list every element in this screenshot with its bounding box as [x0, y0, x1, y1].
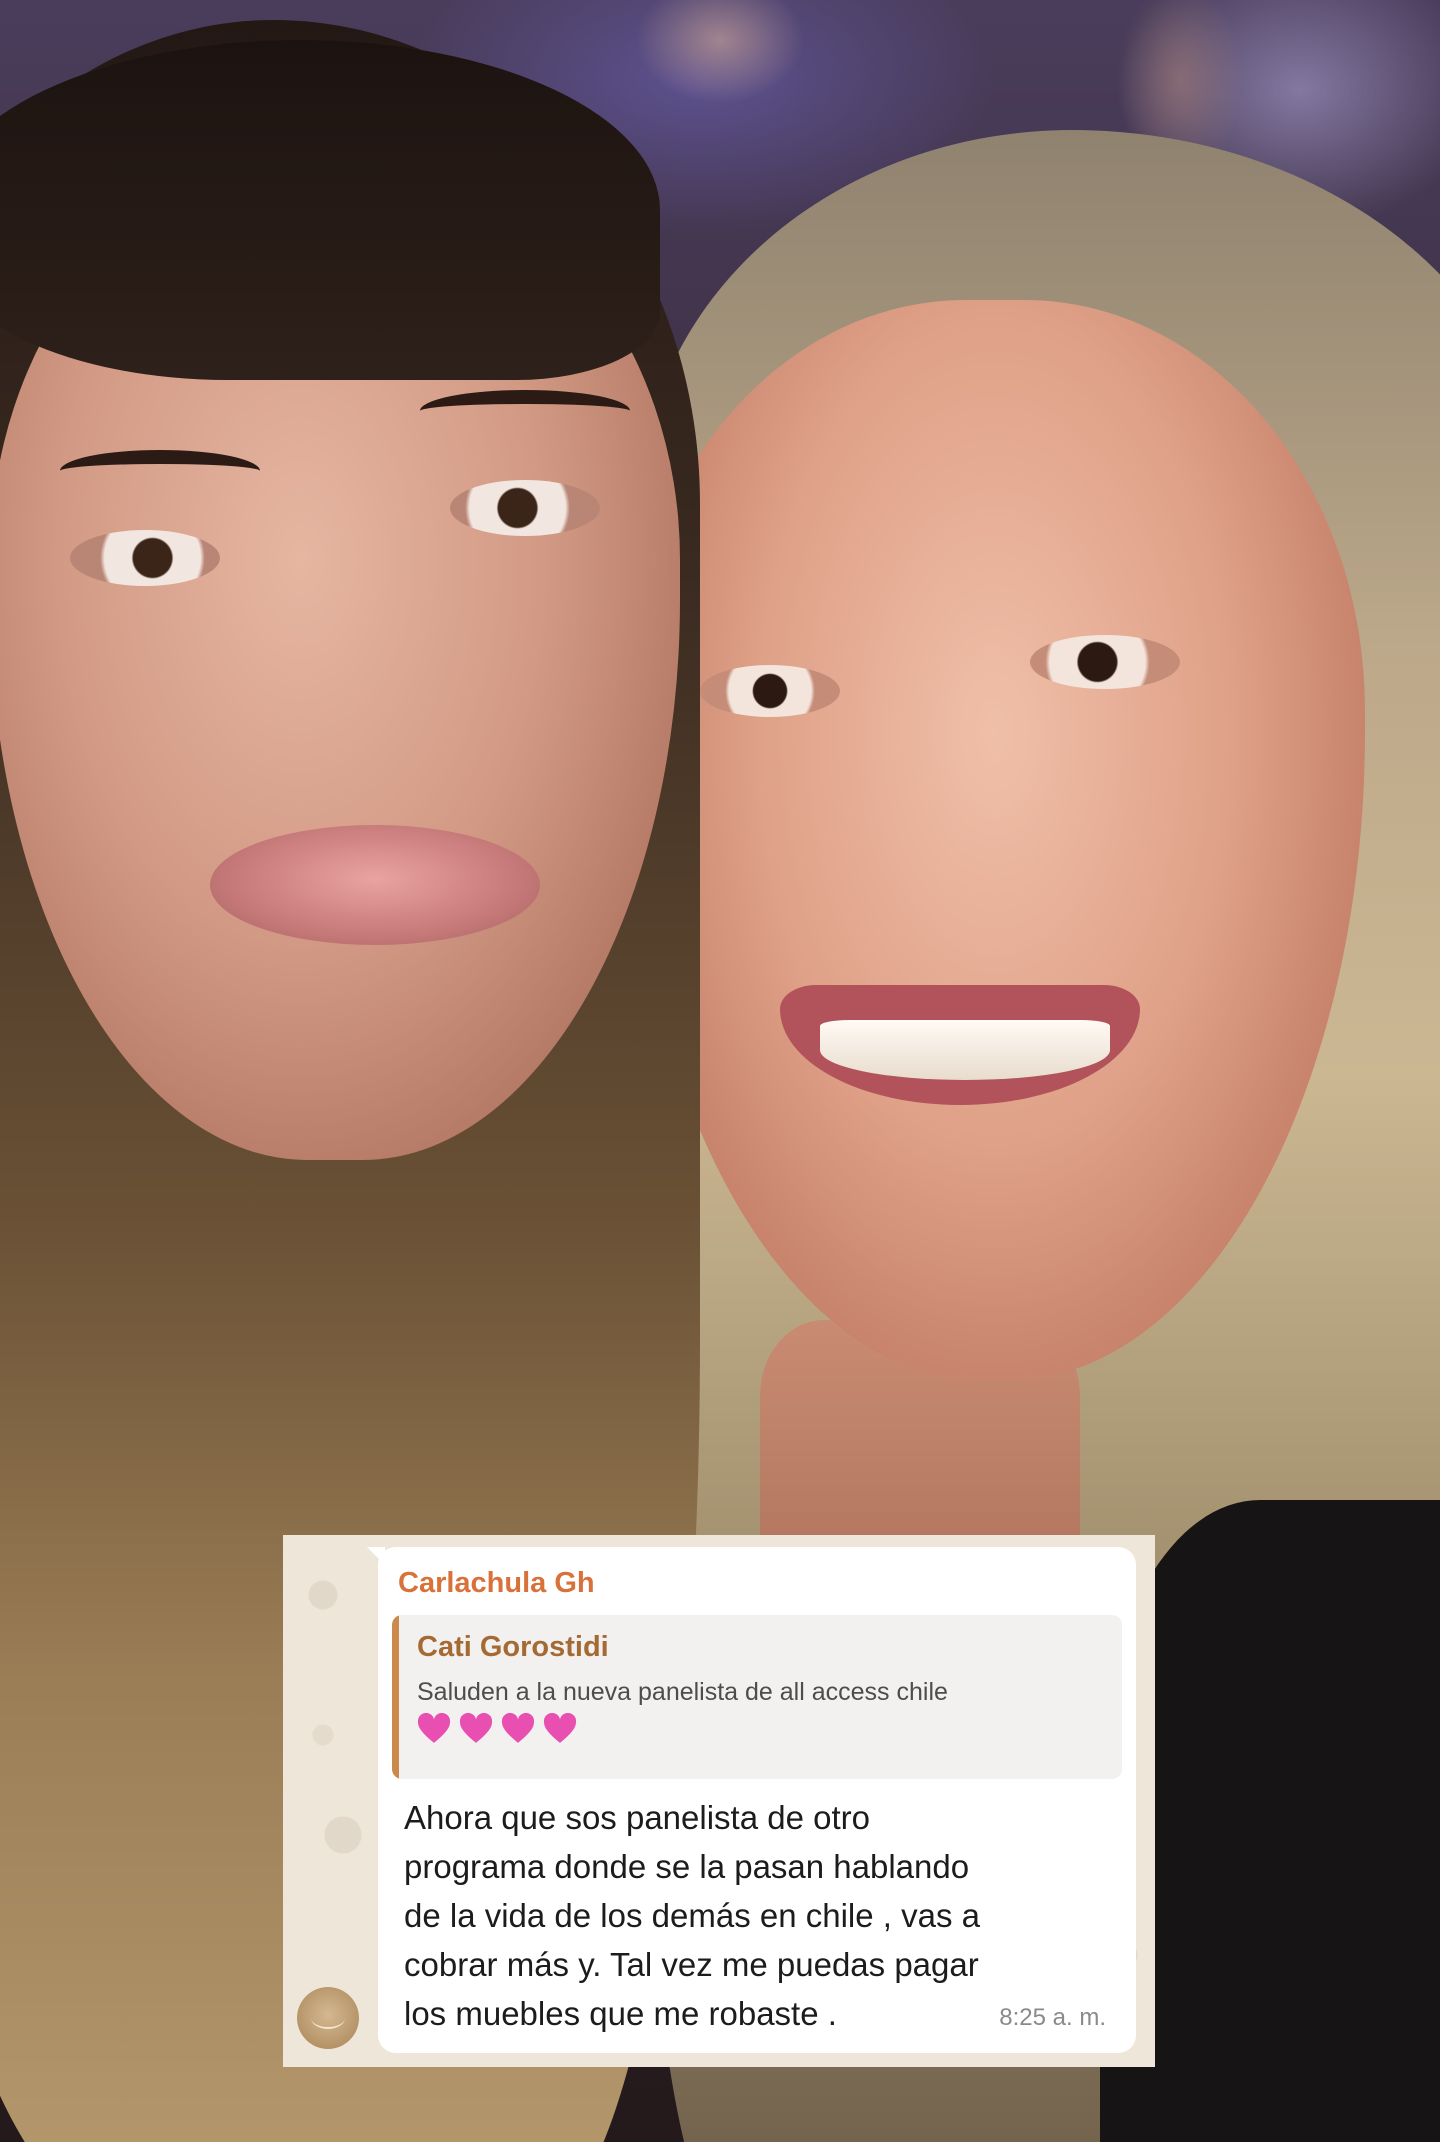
heart-emojis [417, 1713, 948, 1745]
quote-text: Saluden a la nueva panelista de all acce… [417, 1678, 948, 1706]
sender-avatar[interactable] [297, 1987, 359, 2049]
message-text: Ahora que sos panelista de otro programa… [392, 1793, 1122, 2038]
message-line: de la vida de los demás en chile , vas a [404, 1897, 981, 1934]
pink-heart-icon [417, 1713, 451, 1743]
right-woman-eye [1030, 635, 1180, 689]
quote-author: Cati Gorostidi [417, 1631, 609, 1663]
pink-heart-icon [501, 1713, 535, 1743]
right-woman-eye [700, 665, 840, 717]
right-woman-teeth [820, 1020, 1110, 1080]
quote-bar [392, 1615, 399, 1779]
chat-screenshot: Carlachula Gh Cati Gorostidi Saluden a l… [283, 1535, 1155, 2067]
quoted-message[interactable]: Cati Gorostidi Saluden a la nueva paneli… [392, 1615, 1122, 1779]
sender-name[interactable]: Carlachula Gh [398, 1565, 1122, 1601]
pink-heart-icon [459, 1713, 493, 1743]
message-timestamp: 8:25 a. m. [999, 2004, 1106, 2031]
message-line: Ahora que sos panelista de otro [404, 1799, 870, 1836]
left-woman-eyebrow [420, 390, 630, 432]
left-woman-eye [450, 480, 600, 536]
left-woman-eye [70, 530, 220, 586]
message-bubble[interactable]: Carlachula Gh Cati Gorostidi Saluden a l… [378, 1547, 1136, 2053]
left-woman-eyebrow [60, 450, 260, 492]
left-woman-lips [210, 825, 540, 945]
pink-heart-icon [543, 1713, 577, 1743]
message-line: programa donde se la pasan hablando [404, 1848, 970, 1885]
message-line: cobrar más y. Tal vez me puedas pagar [404, 1946, 979, 1983]
quote-body: Cati Gorostidi Saluden a la nueva paneli… [399, 1615, 966, 1779]
avatar-logo-icon [311, 2007, 345, 2029]
